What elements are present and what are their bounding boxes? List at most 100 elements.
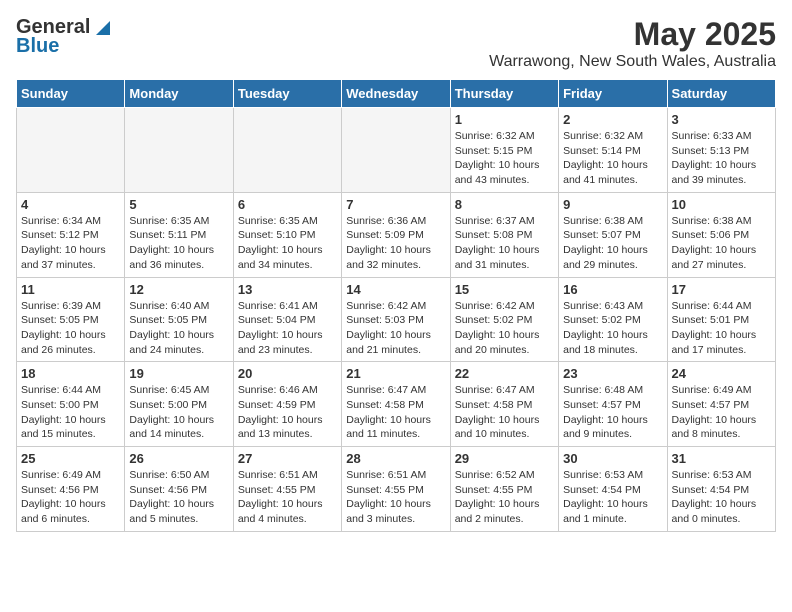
day-number: 27 xyxy=(238,451,337,466)
day-number: 16 xyxy=(563,282,662,297)
weekday-header: Saturday xyxy=(667,80,775,108)
calendar-cell: 23 Sunrise: 6:48 AM Sunset: 4:57 PM Dayli… xyxy=(559,362,667,447)
day-number: 4 xyxy=(21,197,120,212)
calendar-cell: 8 Sunrise: 6:37 AM Sunset: 5:08 PM Daylig… xyxy=(450,192,558,277)
day-number: 1 xyxy=(455,112,554,127)
day-number: 12 xyxy=(129,282,228,297)
day-number: 29 xyxy=(455,451,554,466)
day-info: Sunrise: 6:53 AM Sunset: 4:54 PM Dayligh… xyxy=(563,468,662,527)
day-number: 21 xyxy=(346,366,445,381)
day-info: Sunrise: 6:39 AM Sunset: 5:05 PM Dayligh… xyxy=(21,299,120,358)
day-info: Sunrise: 6:38 AM Sunset: 5:06 PM Dayligh… xyxy=(672,214,771,273)
calendar-cell: 9 Sunrise: 6:38 AM Sunset: 5:07 PM Daylig… xyxy=(559,192,667,277)
day-info: Sunrise: 6:48 AM Sunset: 4:57 PM Dayligh… xyxy=(563,383,662,442)
day-number: 26 xyxy=(129,451,228,466)
day-info: Sunrise: 6:42 AM Sunset: 5:03 PM Dayligh… xyxy=(346,299,445,358)
subtitle: Warrawong, New South Wales, Australia xyxy=(489,53,776,71)
day-info: Sunrise: 6:44 AM Sunset: 5:00 PM Dayligh… xyxy=(21,383,120,442)
day-number: 24 xyxy=(672,366,771,381)
day-info: Sunrise: 6:37 AM Sunset: 5:08 PM Dayligh… xyxy=(455,214,554,273)
calendar-cell: 27 Sunrise: 6:51 AM Sunset: 4:55 PM Dayli… xyxy=(233,447,341,532)
calendar-week-row: 1Sunrise: 6:32 AM Sunset: 5:15 PM Daylig… xyxy=(17,108,776,193)
logo-blue: Blue xyxy=(16,35,59,58)
calendar-cell: 25Sunrise: 6:49 AM Sunset: 4:56 PM Dayli… xyxy=(17,447,125,532)
calendar-week-row: 4 Sunrise: 6:34 AM Sunset: 5:12 PM Daylig… xyxy=(17,192,776,277)
day-number: 5 xyxy=(129,197,228,212)
day-number: 11 xyxy=(21,282,120,297)
day-number: 17 xyxy=(672,282,771,297)
calendar-cell: 5Sunrise: 6:35 AM Sunset: 5:11 PM Daylig… xyxy=(125,192,233,277)
day-number: 30 xyxy=(563,451,662,466)
calendar-cell: 31 Sunrise: 6:53 AM Sunset: 4:54 PM Dayli… xyxy=(667,447,775,532)
day-number: 8 xyxy=(455,197,554,212)
day-number: 22 xyxy=(455,366,554,381)
day-info: Sunrise: 6:42 AM Sunset: 5:02 PM Dayligh… xyxy=(455,299,554,358)
weekday-header: Sunday xyxy=(17,80,125,108)
calendar-cell: 29 Sunrise: 6:52 AM Sunset: 4:55 PM Dayli… xyxy=(450,447,558,532)
day-number: 6 xyxy=(238,197,337,212)
day-info: Sunrise: 6:41 AM Sunset: 5:04 PM Dayligh… xyxy=(238,299,337,358)
calendar-table: SundayMondayTuesdayWednesdayThursdayFrid… xyxy=(16,79,776,532)
calendar-cell: 28Sunrise: 6:51 AM Sunset: 4:55 PM Dayli… xyxy=(342,447,450,532)
calendar-cell: 12 Sunrise: 6:40 AM Sunset: 5:05 PM Dayli… xyxy=(125,277,233,362)
day-info: Sunrise: 6:53 AM Sunset: 4:54 PM Dayligh… xyxy=(672,468,771,527)
day-info: Sunrise: 6:36 AM Sunset: 5:09 PM Dayligh… xyxy=(346,214,445,273)
day-number: 3 xyxy=(672,112,771,127)
calendar-cell: 15 Sunrise: 6:42 AM Sunset: 5:02 PM Dayli… xyxy=(450,277,558,362)
day-info: Sunrise: 6:33 AM Sunset: 5:13 PM Dayligh… xyxy=(672,129,771,188)
calendar-cell: 17 Sunrise: 6:44 AM Sunset: 5:01 PM Dayli… xyxy=(667,277,775,362)
calendar-cell: 11 Sunrise: 6:39 AM Sunset: 5:05 PM Dayli… xyxy=(17,277,125,362)
weekday-header: Thursday xyxy=(450,80,558,108)
day-info: Sunrise: 6:49 AM Sunset: 4:57 PM Dayligh… xyxy=(672,383,771,442)
calendar-cell: 6Sunrise: 6:35 AM Sunset: 5:10 PM Daylig… xyxy=(233,192,341,277)
day-info: Sunrise: 6:47 AM Sunset: 4:58 PM Dayligh… xyxy=(455,383,554,442)
weekday-header: Friday xyxy=(559,80,667,108)
day-number: 9 xyxy=(563,197,662,212)
calendar-cell xyxy=(17,108,125,193)
calendar-cell xyxy=(342,108,450,193)
calendar-cell: 3 Sunrise: 6:33 AM Sunset: 5:13 PM Daylig… xyxy=(667,108,775,193)
day-number: 19 xyxy=(129,366,228,381)
day-number: 14 xyxy=(346,282,445,297)
day-number: 7 xyxy=(346,197,445,212)
day-number: 18 xyxy=(21,366,120,381)
calendar-cell: 4 Sunrise: 6:34 AM Sunset: 5:12 PM Daylig… xyxy=(17,192,125,277)
day-number: 31 xyxy=(672,451,771,466)
day-info: Sunrise: 6:45 AM Sunset: 5:00 PM Dayligh… xyxy=(129,383,228,442)
day-info: Sunrise: 6:43 AM Sunset: 5:02 PM Dayligh… xyxy=(563,299,662,358)
calendar-cell: 26 Sunrise: 6:50 AM Sunset: 4:56 PM Dayli… xyxy=(125,447,233,532)
calendar-week-row: 25Sunrise: 6:49 AM Sunset: 4:56 PM Dayli… xyxy=(17,447,776,532)
calendar-cell: 7 Sunrise: 6:36 AM Sunset: 5:09 PM Daylig… xyxy=(342,192,450,277)
calendar-cell: 21Sunrise: 6:47 AM Sunset: 4:58 PM Dayli… xyxy=(342,362,450,447)
day-info: Sunrise: 6:51 AM Sunset: 4:55 PM Dayligh… xyxy=(238,468,337,527)
day-info: Sunrise: 6:50 AM Sunset: 4:56 PM Dayligh… xyxy=(129,468,228,527)
calendar-cell: 20 Sunrise: 6:46 AM Sunset: 4:59 PM Dayli… xyxy=(233,362,341,447)
day-number: 10 xyxy=(672,197,771,212)
day-number: 15 xyxy=(455,282,554,297)
day-number: 13 xyxy=(238,282,337,297)
main-title: May 2025 xyxy=(489,16,776,53)
calendar-cell: 16 Sunrise: 6:43 AM Sunset: 5:02 PM Dayli… xyxy=(559,277,667,362)
calendar-cell: 1Sunrise: 6:32 AM Sunset: 5:15 PM Daylig… xyxy=(450,108,558,193)
day-info: Sunrise: 6:38 AM Sunset: 5:07 PM Dayligh… xyxy=(563,214,662,273)
calendar-cell: 13 Sunrise: 6:41 AM Sunset: 5:04 PM Dayli… xyxy=(233,277,341,362)
day-number: 20 xyxy=(238,366,337,381)
title-block: May 2025 Warrawong, New South Wales, Aus… xyxy=(489,16,776,71)
weekday-header: Wednesday xyxy=(342,80,450,108)
calendar-cell xyxy=(233,108,341,193)
day-info: Sunrise: 6:40 AM Sunset: 5:05 PM Dayligh… xyxy=(129,299,228,358)
day-info: Sunrise: 6:34 AM Sunset: 5:12 PM Dayligh… xyxy=(21,214,120,273)
day-info: Sunrise: 6:46 AM Sunset: 4:59 PM Dayligh… xyxy=(238,383,337,442)
day-number: 23 xyxy=(563,366,662,381)
day-info: Sunrise: 6:52 AM Sunset: 4:55 PM Dayligh… xyxy=(455,468,554,527)
calendar-cell: 18 Sunrise: 6:44 AM Sunset: 5:00 PM Dayli… xyxy=(17,362,125,447)
page-header: General Blue May 2025 Warrawong, New Sou… xyxy=(16,16,776,71)
day-info: Sunrise: 6:44 AM Sunset: 5:01 PM Dayligh… xyxy=(672,299,771,358)
weekday-header: Tuesday xyxy=(233,80,341,108)
calendar-week-row: 11 Sunrise: 6:39 AM Sunset: 5:05 PM Dayli… xyxy=(17,277,776,362)
day-number: 2 xyxy=(563,112,662,127)
day-number: 28 xyxy=(346,451,445,466)
calendar-cell: 14 Sunrise: 6:42 AM Sunset: 5:03 PM Dayli… xyxy=(342,277,450,362)
calendar-cell: 10 Sunrise: 6:38 AM Sunset: 5:06 PM Dayli… xyxy=(667,192,775,277)
day-number: 25 xyxy=(21,451,120,466)
